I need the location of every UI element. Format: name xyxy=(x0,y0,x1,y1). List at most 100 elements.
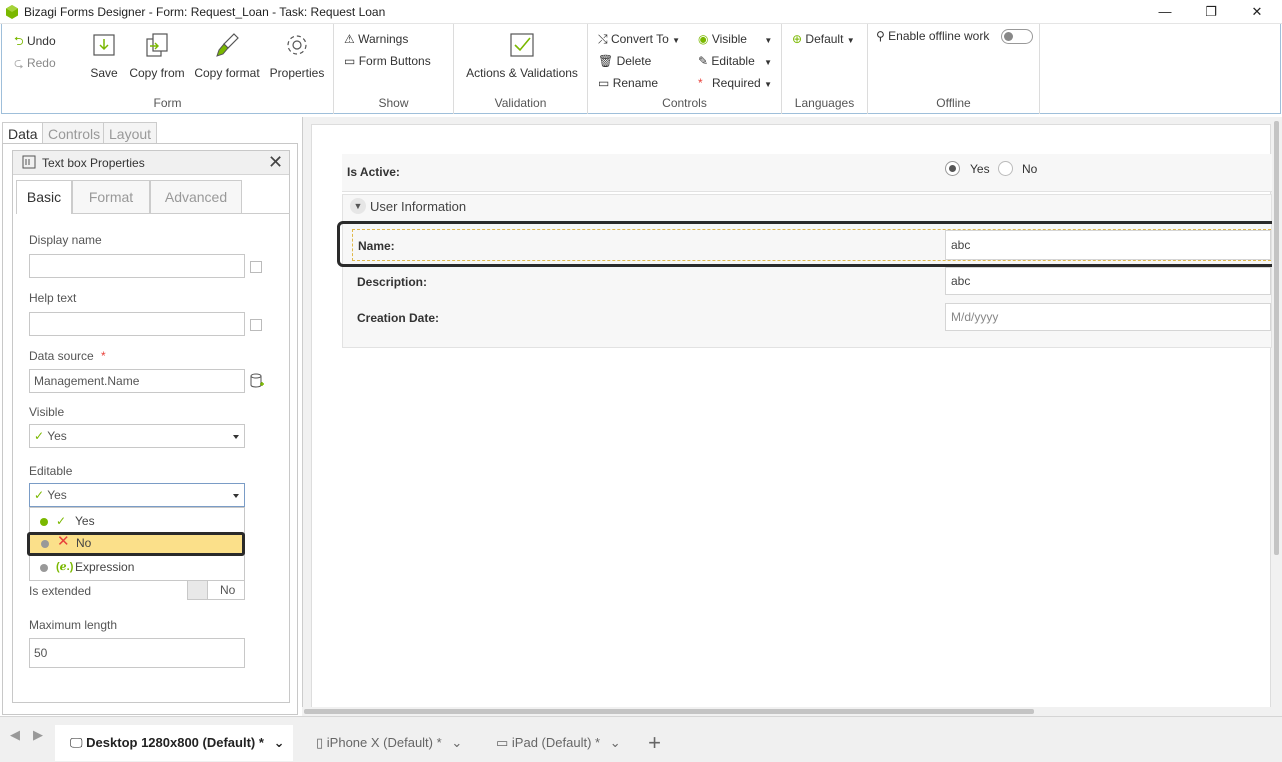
display-name-label: Display name xyxy=(29,233,102,247)
bizagi-logo-icon xyxy=(5,5,19,19)
save-button[interactable]: Save xyxy=(87,32,121,80)
form-buttons-button[interactable]: ▭ Form Buttons xyxy=(344,54,431,68)
rename-icon: ▭ xyxy=(598,76,610,90)
tab-ipad[interactable]: ▭ iPad (Default) * ⌄ xyxy=(483,725,631,761)
editable-select[interactable]: ✓ Yes xyxy=(29,483,245,507)
language-dropdown[interactable]: ⊕ Default ▼ xyxy=(792,32,855,46)
checkmark-icon: ✓ xyxy=(34,488,45,502)
display-name-input[interactable] xyxy=(29,254,245,278)
editable-value: Yes xyxy=(47,488,67,502)
scrollbar-thumb[interactable] xyxy=(304,709,1034,714)
editable-label: Editable xyxy=(711,54,755,68)
help-text-input[interactable] xyxy=(29,312,245,336)
properties-label: Properties xyxy=(269,66,325,80)
close-window-button[interactable]: ✕ xyxy=(1234,0,1280,24)
restore-button[interactable]: ❐ xyxy=(1188,0,1234,24)
tab-format[interactable]: Format xyxy=(72,180,150,213)
ribbon-group-label-offline: Offline xyxy=(936,96,971,110)
redo-button[interactable]: ⮎ Redo xyxy=(14,54,56,75)
editable-label: Editable xyxy=(29,464,73,478)
visible-dropdown[interactable]: ◉ Visible ▼ xyxy=(698,32,772,46)
help-text-checkbox[interactable] xyxy=(250,319,262,331)
visible-label: Visible xyxy=(711,32,747,46)
description-input[interactable]: abc xyxy=(945,267,1271,295)
name-row-highlight xyxy=(337,221,1281,267)
is-extended-toggle[interactable]: No xyxy=(187,580,245,600)
close-icon[interactable]: ✕ xyxy=(268,151,283,173)
expression-icon: (ℯ.) xyxy=(56,561,74,573)
redo-label: Redo xyxy=(26,56,56,70)
trash-icon: 🗑 xyxy=(598,54,614,68)
radio-no-label: No xyxy=(1022,162,1038,176)
horizontal-scrollbar[interactable] xyxy=(302,707,1272,716)
delete-label: Delete xyxy=(616,54,652,68)
scrollbar-thumb[interactable] xyxy=(1274,121,1279,555)
minimize-button[interactable]: — xyxy=(1142,0,1188,24)
convert-to-button[interactable]: ⤭ Convert To ▼ xyxy=(598,32,680,47)
radio-no[interactable] xyxy=(998,161,1013,176)
undo-button[interactable]: ⮌ Undo xyxy=(14,32,56,53)
properties-title: Text box Properties xyxy=(42,156,145,170)
rename-button[interactable]: ▭ Rename xyxy=(598,76,658,90)
required-dropdown[interactable]: * Required ▼ xyxy=(698,76,772,90)
vertical-scrollbar[interactable] xyxy=(1272,117,1281,717)
chevron-down-icon: ▼ xyxy=(350,198,366,214)
delete-button[interactable]: 🗑 Delete xyxy=(598,54,651,68)
display-name-checkbox[interactable] xyxy=(250,261,262,273)
editable-option-yes[interactable]: ✓ Yes xyxy=(30,510,244,533)
add-device-button[interactable]: + xyxy=(638,725,671,761)
chevron-down-icon: ▼ xyxy=(764,58,773,67)
tab-layout[interactable]: Layout xyxy=(103,122,158,144)
warnings-button[interactable]: ⚠ Warnings xyxy=(344,32,408,46)
copy-format-button[interactable]: Copy format xyxy=(192,32,262,80)
creation-date-input[interactable]: M/d/yyyy xyxy=(945,303,1271,331)
scroll-right-icon[interactable]: ▶ xyxy=(33,727,43,743)
option-label: Yes xyxy=(75,514,95,528)
tab-iphone[interactable]: ▯ iPhone X (Default) * ⌄ xyxy=(303,725,473,761)
gear-icon xyxy=(284,32,310,58)
modified-marker: * xyxy=(595,735,601,750)
cross-icon: ✕ xyxy=(57,533,70,550)
tab-desktop[interactable]: 🖵 Desktop 1280x800 (Default) * ⌄ xyxy=(55,725,293,761)
toggle-knob xyxy=(188,581,208,599)
option-dot xyxy=(41,540,49,548)
device-tabs-bar: ◀ ▶ 🖵 Desktop 1280x800 (Default) * ⌄ ▯ i… xyxy=(0,716,1282,762)
ribbon-group-label-controls: Controls xyxy=(662,96,707,110)
tab-controls[interactable]: Controls xyxy=(42,122,107,144)
globe-icon: ⊕ xyxy=(792,32,803,46)
checkmark-icon: ✓ xyxy=(34,429,45,443)
save-icon xyxy=(91,32,117,58)
data-source-input[interactable]: Management.Name xyxy=(29,369,245,393)
tab-advanced[interactable]: Advanced xyxy=(150,180,242,213)
max-length-label: Maximum length xyxy=(29,618,118,632)
window-title: Bizagi Forms Designer - Form: Request_Lo… xyxy=(24,5,386,19)
max-length-input[interactable]: 50 xyxy=(29,638,245,668)
chevron-down-icon: ⌄ xyxy=(451,735,463,750)
tab-divider xyxy=(72,213,290,214)
database-icon[interactable] xyxy=(250,373,264,392)
language-label: Default xyxy=(805,32,844,46)
editable-option-expression[interactable]: (ℯ.) Expression xyxy=(30,556,244,579)
data-source-label-text: Data source xyxy=(29,349,94,363)
is-active-row[interactable]: Is Active: Yes No xyxy=(342,154,1272,192)
offline-label-wrap: ⚲ Enable offline work xyxy=(876,29,989,43)
editable-option-no[interactable]: ✕ No xyxy=(27,532,245,556)
redo-icon: ⮎ xyxy=(14,56,24,70)
tab-basic[interactable]: Basic xyxy=(16,180,72,214)
data-source-label: Data source * xyxy=(29,349,106,363)
ribbon-group-show: ⚠ Warnings ▭ Form Buttons Show xyxy=(334,24,454,114)
visible-select[interactable]: ✓ Yes xyxy=(29,424,245,448)
copy-from-button[interactable]: Copy from xyxy=(127,32,187,80)
actions-validations-button[interactable]: Actions & Validations xyxy=(462,32,582,80)
properties-button[interactable]: Properties xyxy=(268,32,326,80)
editable-dropdown[interactable]: ✎ Editable ▼ xyxy=(698,54,772,68)
chevron-down-icon: ▼ xyxy=(846,36,855,45)
ribbon-group-label-show: Show xyxy=(378,96,409,110)
tab-data[interactable]: Data xyxy=(2,122,44,144)
offline-toggle[interactable] xyxy=(1001,29,1033,44)
ribbon-group-validation: Actions & Validations Validation xyxy=(454,24,588,114)
title-bar: Bizagi Forms Designer - Form: Request_Lo… xyxy=(0,0,1282,24)
scroll-left-icon[interactable]: ◀ xyxy=(10,727,20,743)
ribbon: ⮌ Undo ⮎ Redo Save Copy from Copy format xyxy=(1,24,1281,114)
radio-yes[interactable] xyxy=(945,161,960,176)
